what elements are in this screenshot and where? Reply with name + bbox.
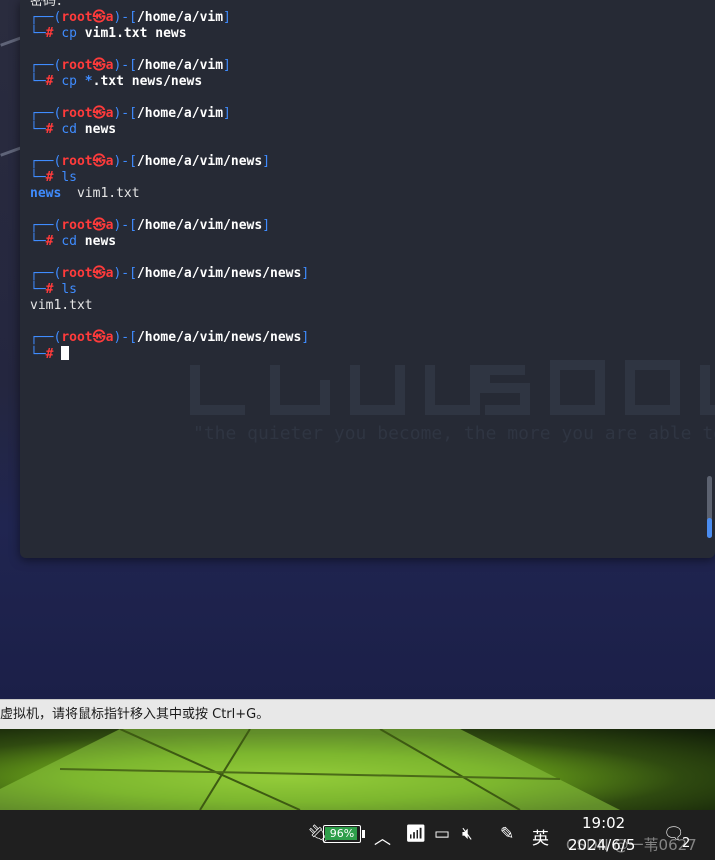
prompt-line: ┌──(root㉿a)-[/home/a/vim] [30,58,231,73]
battery-nub [362,830,365,838]
input-language-indicator[interactable]: 英 [532,824,549,849]
command-line: └─# ls [30,170,77,185]
prompt-line: ┌──(root㉿a)-[/home/a/vim/news] [30,154,271,169]
desktop-decoration [0,36,22,47]
pen-icon[interactable]: ✎ [500,824,514,844]
prompt-line: ┌──(root㉿a)-[/home/a/vim/news/news] [30,266,310,281]
kali-watermark-logo [190,360,715,415]
ls-output: news vim1.txt [30,186,140,201]
ls-output: vim1.txt [30,298,93,313]
host-wallpaper [0,729,715,810]
password-fragment: 密码： [30,0,70,9]
prompt-line: ┌──(root㉿a)-[/home/a/vim] [30,106,231,121]
tent-illustration [0,729,620,810]
battery-icon[interactable]: 96% [323,825,361,843]
text-cursor [61,346,70,360]
chevron-up-icon[interactable]: ︿ [374,824,391,849]
volume-muted-icon[interactable]: 🔇︎ [462,824,473,844]
command-input-line[interactable]: └─# [30,346,70,363]
command-line: └─# cd news [30,122,117,137]
command-line: └─# cd news [30,234,117,249]
vm-status-message: 虚拟机，请将鼠标指针移入其中或按 Ctrl+G。 [0,707,270,722]
terminal-window[interactable]: "the quieter you become, the more you ar… [20,0,715,558]
desktop-decoration [0,146,22,157]
clock-time[interactable]: 19:02 [582,814,625,832]
vm-status-bar: 虚拟机，请将鼠标指针移入其中或按 Ctrl+G。 [0,699,715,729]
command-line: └─# ls [30,282,77,297]
battery-saver-icon[interactable]: ▭ [434,824,450,844]
prompt-line: ┌──(root㉿a)-[/home/a/vim] [30,10,231,25]
kali-watermark-quote: "the quieter you become, the more you ar… [193,423,715,444]
command-line: └─# cp *.txt news/news [30,74,203,89]
terminal-scrollbar[interactable] [707,476,712,538]
notification-count: 2 [682,836,691,851]
windows-taskbar: 🔌︎ 96% ︿ 📶︎ ▭ 🔇︎ ✎ 英 19:02 2024/6/5 CSDN… [0,810,715,860]
prompt-line: ┌──(root㉿a)-[/home/a/vim/news] [30,218,271,233]
command-line: └─# cp vim1.txt news [30,26,187,41]
wifi-icon[interactable]: 📶︎ [405,824,427,844]
prompt-line: ┌──(root㉿a)-[/home/a/vim/news/news] [30,330,310,345]
scrollbar-thumb[interactable] [707,518,712,538]
battery-percentage: 96% [329,827,355,840]
